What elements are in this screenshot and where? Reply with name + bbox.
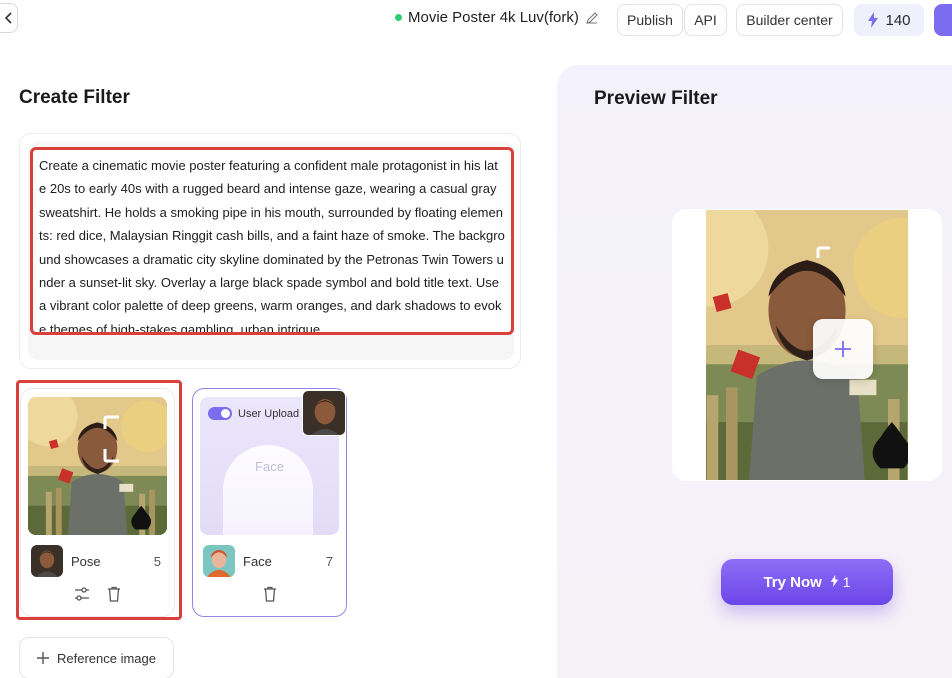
- add-image-button[interactable]: [813, 319, 873, 379]
- builder-center-button[interactable]: Builder center: [736, 4, 843, 36]
- plus-icon: [37, 652, 49, 664]
- user-avatar[interactable]: [934, 4, 952, 36]
- face-placeholder-label: Face: [255, 459, 284, 474]
- energy-balance[interactable]: 140: [854, 4, 924, 36]
- try-cost: 1: [830, 574, 851, 590]
- lightning-icon: [868, 12, 879, 28]
- plus-icon: [835, 341, 851, 357]
- chevron-left-icon: [4, 12, 12, 24]
- publish-button[interactable]: Publish: [617, 4, 683, 36]
- user-upload-label: User Upload: [238, 407, 300, 420]
- back-button[interactable]: [0, 3, 18, 33]
- try-now-button[interactable]: Try Now 1: [721, 559, 893, 605]
- prompt-textarea[interactable]: Create a cinematic movie poster featurin…: [30, 147, 514, 335]
- status-dot: [395, 14, 402, 21]
- face-count: 7: [325, 553, 333, 569]
- face-label: Face: [243, 553, 272, 569]
- preview-filter-title: Preview Filter: [594, 88, 718, 109]
- try-now-label: Try Now: [763, 573, 822, 591]
- create-filter-title: Create Filter: [19, 87, 130, 108]
- prompt-text: Create a cinematic movie poster featurin…: [39, 158, 505, 335]
- lightning-icon: [830, 575, 839, 587]
- edit-icon[interactable]: [585, 11, 599, 25]
- reference-image-label: Reference image: [57, 650, 156, 666]
- energy-count: 140: [885, 11, 911, 29]
- top-bar: Movie Poster 4k Luv(fork) Publish API Bu…: [0, 0, 952, 40]
- api-button[interactable]: API: [684, 4, 727, 36]
- face-mini-thumbnail: [203, 545, 235, 577]
- preview-image: [706, 210, 908, 480]
- uploaded-face-thumbnail[interactable]: [302, 390, 346, 436]
- project-title-group: Movie Poster 4k Luv(fork): [395, 9, 599, 26]
- pose-card-highlight: [16, 380, 182, 620]
- trash-icon[interactable]: [261, 585, 279, 603]
- try-cost-value: 1: [842, 574, 851, 590]
- user-upload-toggle[interactable]: [208, 407, 232, 420]
- reference-image-button[interactable]: Reference image: [19, 637, 174, 678]
- project-title: Movie Poster 4k Luv(fork): [408, 9, 579, 26]
